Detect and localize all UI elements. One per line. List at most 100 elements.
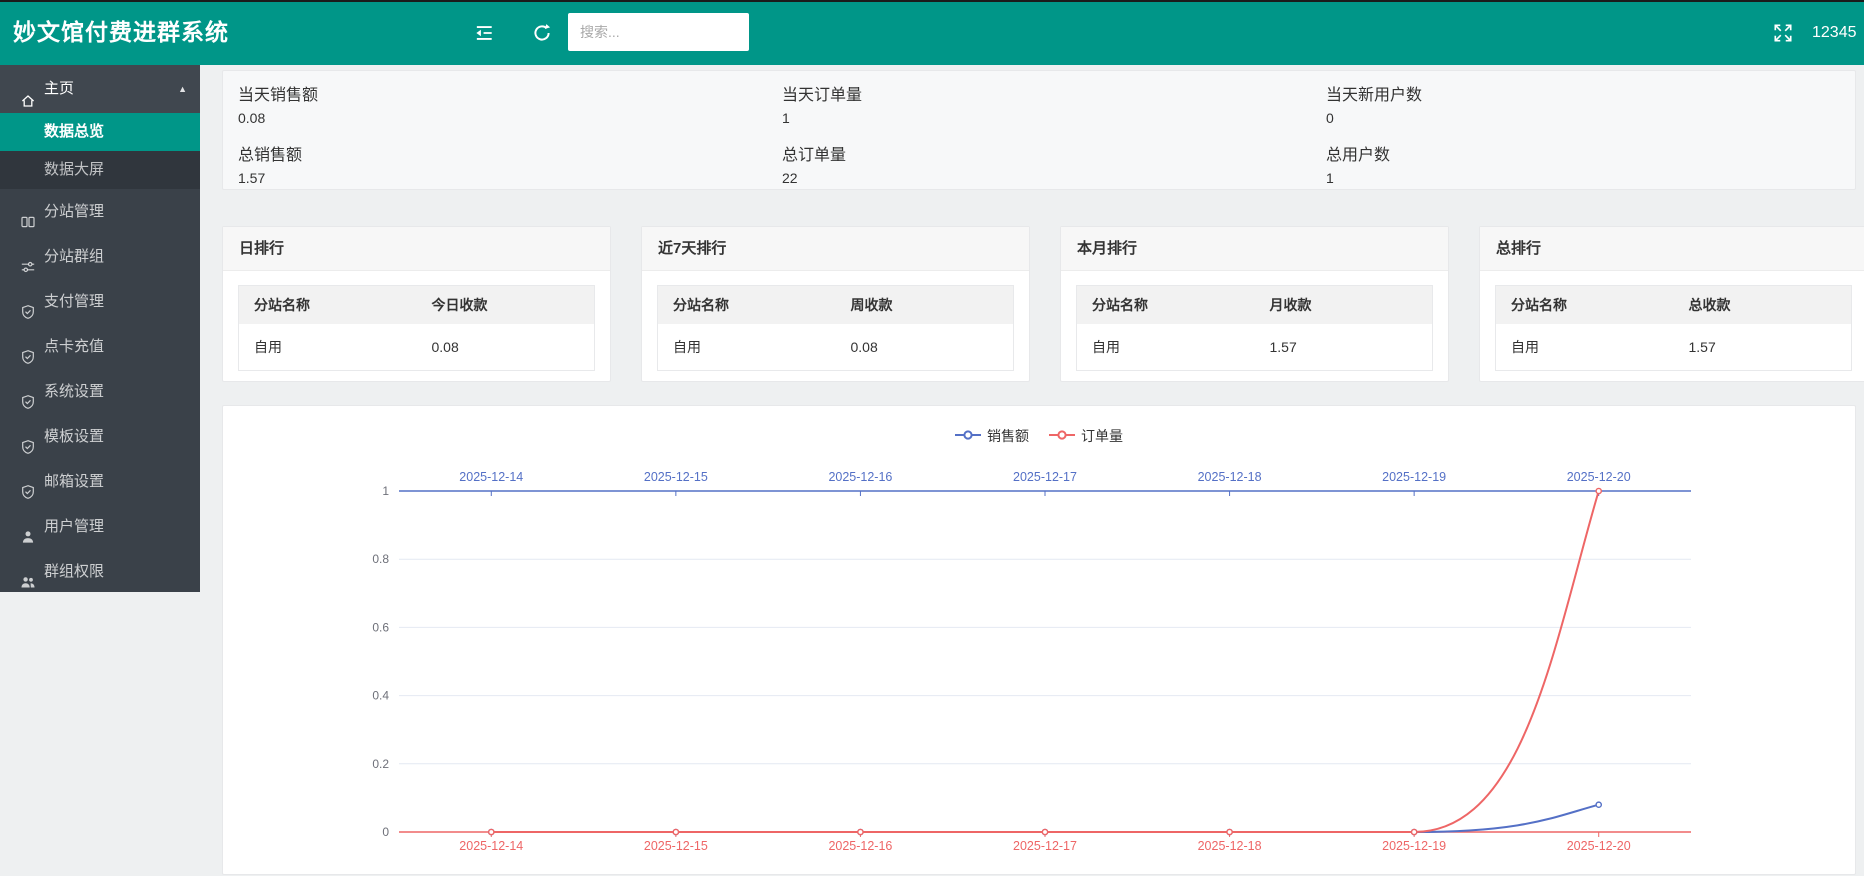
table-header-row: 分站名称 总收款 xyxy=(1496,286,1852,325)
cell-site-name: 自用 xyxy=(1496,324,1674,371)
table-header-row: 分站名称 今日收款 xyxy=(239,286,595,325)
users-icon xyxy=(20,563,36,579)
series-point-销售额 xyxy=(1596,802,1601,807)
ranking-table: 分站名称 总收款 自用 1.57 xyxy=(1495,285,1852,371)
cell-site-name: 自用 xyxy=(239,324,417,371)
x-axis-top-label: 2025-12-20 xyxy=(1567,470,1631,484)
x-axis-top-label: 2025-12-14 xyxy=(459,470,523,484)
stat-value: 1 xyxy=(1326,170,1855,186)
sidebar-item-system-settings[interactable]: 系统设置 xyxy=(0,369,200,414)
sidebar-item-label: 主页 xyxy=(44,65,74,113)
sidebar-item-label: 邮箱设置 xyxy=(44,459,104,504)
ranking-card-total: 总排行 分站名称 总收款 自用 1.57 xyxy=(1479,226,1864,382)
x-axis-bottom-label: 2025-12-14 xyxy=(459,839,523,853)
column-header: 月收款 xyxy=(1255,286,1433,325)
search-input[interactable] xyxy=(568,13,749,51)
x-axis-bottom-label: 2025-12-19 xyxy=(1382,839,1446,853)
ranking-card-week: 近7天排行 分站名称 周收款 自用 0.08 xyxy=(641,226,1030,382)
x-axis-bottom-label: 2025-12-17 xyxy=(1013,839,1077,853)
y-axis-label: 0 xyxy=(382,825,389,839)
stat-total-users: 总用户数 1 xyxy=(1311,131,1855,186)
sidebar-item-label: 支付管理 xyxy=(44,279,104,324)
table-row[interactable]: 自用 1.57 xyxy=(1496,324,1852,371)
home-icon xyxy=(20,81,36,97)
series-point-订单量 xyxy=(489,829,494,834)
shield-check-icon xyxy=(20,293,36,309)
sidebar-item-substation-management[interactable]: 分站管理 xyxy=(0,189,200,234)
sidebar-item-template-settings[interactable]: 模板设置 xyxy=(0,414,200,459)
stat-value: 1 xyxy=(782,110,1311,126)
column-header: 总收款 xyxy=(1674,286,1852,325)
stat-total-orders: 总订单量 22 xyxy=(767,131,1311,186)
ranking-card-title: 近7天排行 xyxy=(642,227,1029,271)
chart-legend: 销售额 订单量 xyxy=(223,426,1855,446)
table-row[interactable]: 自用 1.57 xyxy=(1077,324,1433,371)
legend-item-orders[interactable]: 订单量 xyxy=(1049,426,1123,446)
sidebar-item-data-overview[interactable]: 数据总览 xyxy=(0,113,200,151)
y-axis-label: 0.2 xyxy=(372,757,389,771)
window-top-edge xyxy=(0,0,1864,2)
ranking-table: 分站名称 周收款 自用 0.08 xyxy=(657,285,1014,371)
stat-total-sales: 总销售额 1.57 xyxy=(223,131,767,186)
ranking-card-title: 日排行 xyxy=(223,227,610,271)
stat-value: 22 xyxy=(782,170,1311,186)
sidebar-item-card-recharge[interactable]: 点卡充值 xyxy=(0,324,200,369)
stat-today-orders: 当天订单量 1 xyxy=(767,71,1311,126)
refresh-icon[interactable] xyxy=(531,22,553,44)
caret-up-icon: ▲ xyxy=(178,65,187,113)
legend-item-sales[interactable]: 销售额 xyxy=(955,426,1029,446)
x-axis-bottom-label: 2025-12-18 xyxy=(1198,839,1262,853)
sidebar-item-home[interactable]: 主页 ▲ xyxy=(0,65,200,113)
cell-amount: 0.08 xyxy=(836,324,1014,371)
series-point-订单量 xyxy=(1227,829,1232,834)
series-line-销售额 xyxy=(491,805,1598,832)
sidebar-item-mail-settings[interactable]: 邮箱设置 xyxy=(0,459,200,504)
column-header: 周收款 xyxy=(836,286,1014,325)
y-axis-label: 1 xyxy=(382,484,389,498)
x-axis-bottom-label: 2025-12-20 xyxy=(1567,839,1631,853)
stats-summary-card: 当天销售额 0.08 当天订单量 1 当天新用户数 0 总销售额 1.57 总订… xyxy=(222,70,1856,190)
header-username[interactable]: 12345 xyxy=(1812,0,1857,65)
ranking-card-daily: 日排行 分站名称 今日收款 自用 0.08 xyxy=(222,226,611,382)
series-point-订单量 xyxy=(858,829,863,834)
menu-collapse-icon[interactable] xyxy=(473,22,495,44)
x-axis-bottom-label: 2025-12-15 xyxy=(644,839,708,853)
sidebar-item-label: 数据总览 xyxy=(44,113,104,151)
fullscreen-icon[interactable] xyxy=(1772,22,1794,44)
y-axis-label: 0.8 xyxy=(372,552,389,566)
search-box xyxy=(568,13,749,51)
cell-amount: 1.57 xyxy=(1255,324,1433,371)
x-axis-top-label: 2025-12-19 xyxy=(1382,470,1446,484)
table-row[interactable]: 自用 0.08 xyxy=(239,324,595,371)
sidebar-item-label: 点卡充值 xyxy=(44,324,104,369)
cell-site-name: 自用 xyxy=(658,324,836,371)
x-axis-top-label: 2025-12-18 xyxy=(1198,470,1262,484)
stat-value: 0.08 xyxy=(238,110,767,126)
sidebar-item-label: 系统设置 xyxy=(44,369,104,414)
column-header: 分站名称 xyxy=(239,286,417,325)
stat-label: 当天销售额 xyxy=(238,81,767,105)
ranking-table: 分站名称 今日收款 自用 0.08 xyxy=(238,285,595,371)
column-header: 分站名称 xyxy=(1077,286,1255,325)
sidebar-item-payment[interactable]: 支付管理 xyxy=(0,279,200,324)
app-title: 妙文馆付费进群系统 xyxy=(13,0,229,65)
ranking-card-month: 本月排行 分站名称 月收款 自用 1.57 xyxy=(1060,226,1449,382)
stat-value: 1.57 xyxy=(238,170,767,186)
series-point-订单量 xyxy=(673,829,678,834)
y-axis-label: 0.6 xyxy=(372,620,389,634)
shield-check-icon xyxy=(20,338,36,354)
shield-check-icon xyxy=(20,428,36,444)
x-axis-top-label: 2025-12-17 xyxy=(1013,470,1077,484)
sidebar-item-data-screen[interactable]: 数据大屏 xyxy=(0,151,200,189)
sidebar: 主页 ▲ 数据总览 数据大屏 分站管理 分站群组 xyxy=(0,65,200,592)
stat-today-sales: 当天销售额 0.08 xyxy=(223,71,767,126)
sidebar-item-substation-groups[interactable]: 分站群组 xyxy=(0,234,200,279)
stat-value: 0 xyxy=(1326,110,1855,126)
x-axis-bottom-label: 2025-12-16 xyxy=(828,839,892,853)
table-row[interactable]: 自用 0.08 xyxy=(658,324,1014,371)
stat-label: 总订单量 xyxy=(782,141,1311,165)
ranking-card-title: 本月排行 xyxy=(1061,227,1448,271)
column-header: 分站名称 xyxy=(658,286,836,325)
sidebar-item-group-permissions[interactable]: 群组权限 xyxy=(0,549,200,594)
sidebar-item-user-management[interactable]: 用户管理 xyxy=(0,504,200,549)
